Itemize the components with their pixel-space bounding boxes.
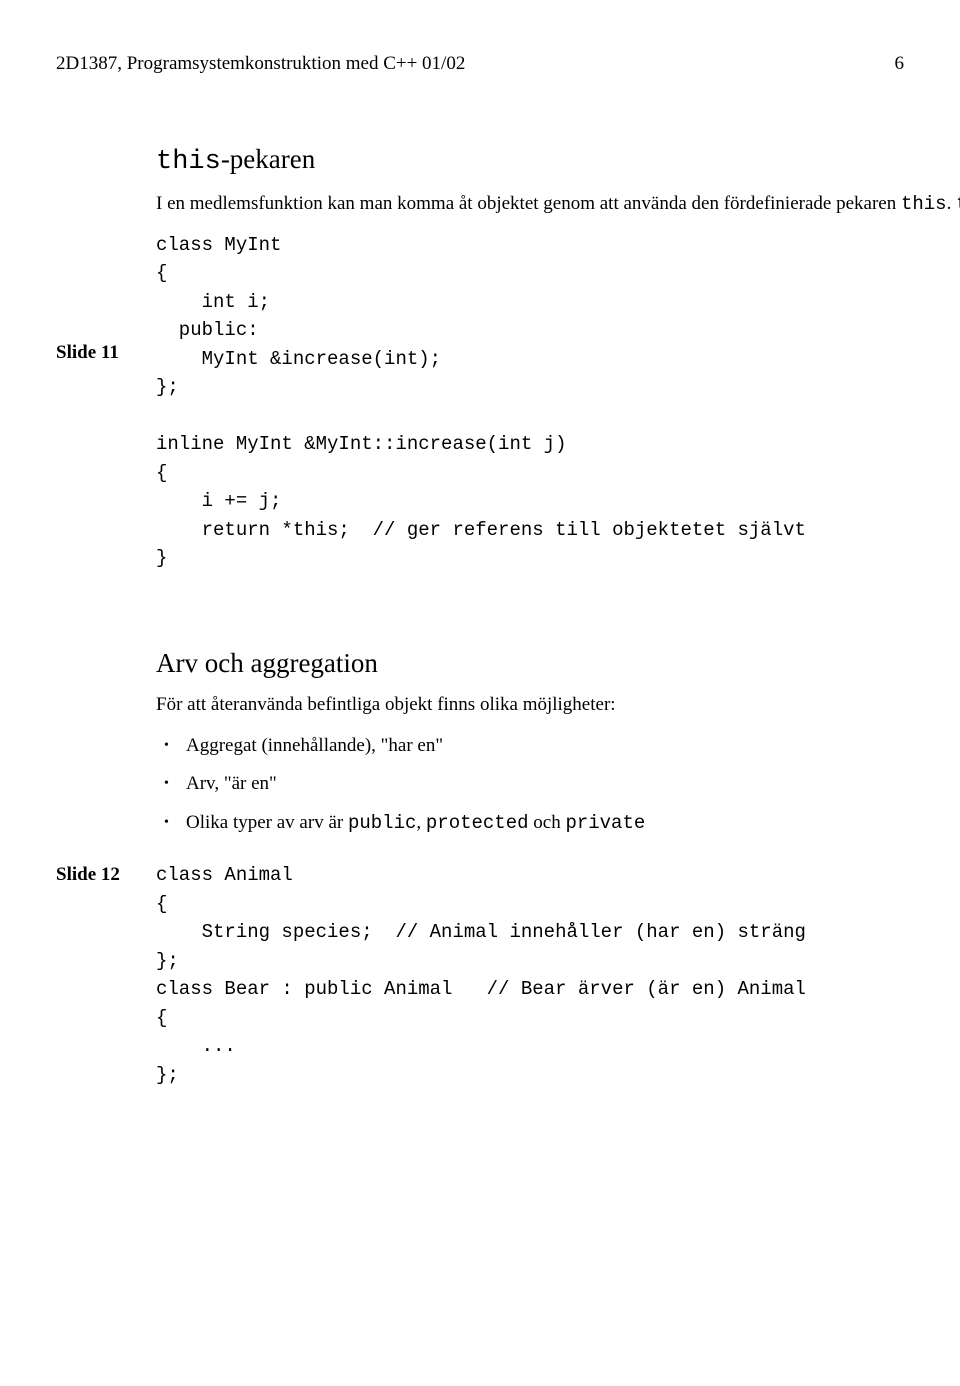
slide-11-title: this-pekaren	[156, 139, 960, 183]
slide-12: Slide 12 class Animal { String species; …	[56, 861, 904, 1089]
slide-11-code: class MyInt { int i; public: MyInt &incr…	[156, 231, 960, 573]
slide-12-code: class Animal { String species; // Animal…	[156, 861, 904, 1089]
slide-12-upper: Arv och aggregation För att återanvända …	[56, 643, 904, 838]
bullet-types: Olika typer av arv är public, protected …	[186, 809, 904, 838]
title-this: this	[156, 147, 221, 177]
title-pekaren: -pekaren	[221, 144, 315, 174]
header-left: 2D1387, Programsystemkonstruktion med C+…	[56, 50, 465, 79]
slide-12-bullets: Aggregat (innehållande), "har en" Arv, "…	[156, 732, 904, 838]
slide-12-title: Arv och aggregation	[156, 643, 904, 684]
slide-12-label: Slide 12	[56, 861, 156, 890]
slide-12-body: class Animal { String species; // Animal…	[156, 861, 904, 1089]
bullet-aggregat: Aggregat (innehållande), "har en"	[186, 732, 904, 761]
slide-11: Slide 11 this-pekaren I en medlemsfunkti…	[56, 139, 904, 573]
slide-12-intro: För att återanvända befintliga objekt fi…	[156, 691, 904, 720]
slide-11-paragraph: I en medlemsfunktion kan man komma åt ob…	[156, 190, 960, 219]
bullet-arv: Arv, "är en"	[186, 770, 904, 799]
page-number: 6	[895, 50, 905, 79]
slide-11-label: Slide 11	[56, 139, 156, 368]
slide-11-body: this-pekaren I en medlemsfunktion kan ma…	[156, 139, 960, 573]
page-header: 2D1387, Programsystemkonstruktion med C+…	[56, 50, 904, 79]
